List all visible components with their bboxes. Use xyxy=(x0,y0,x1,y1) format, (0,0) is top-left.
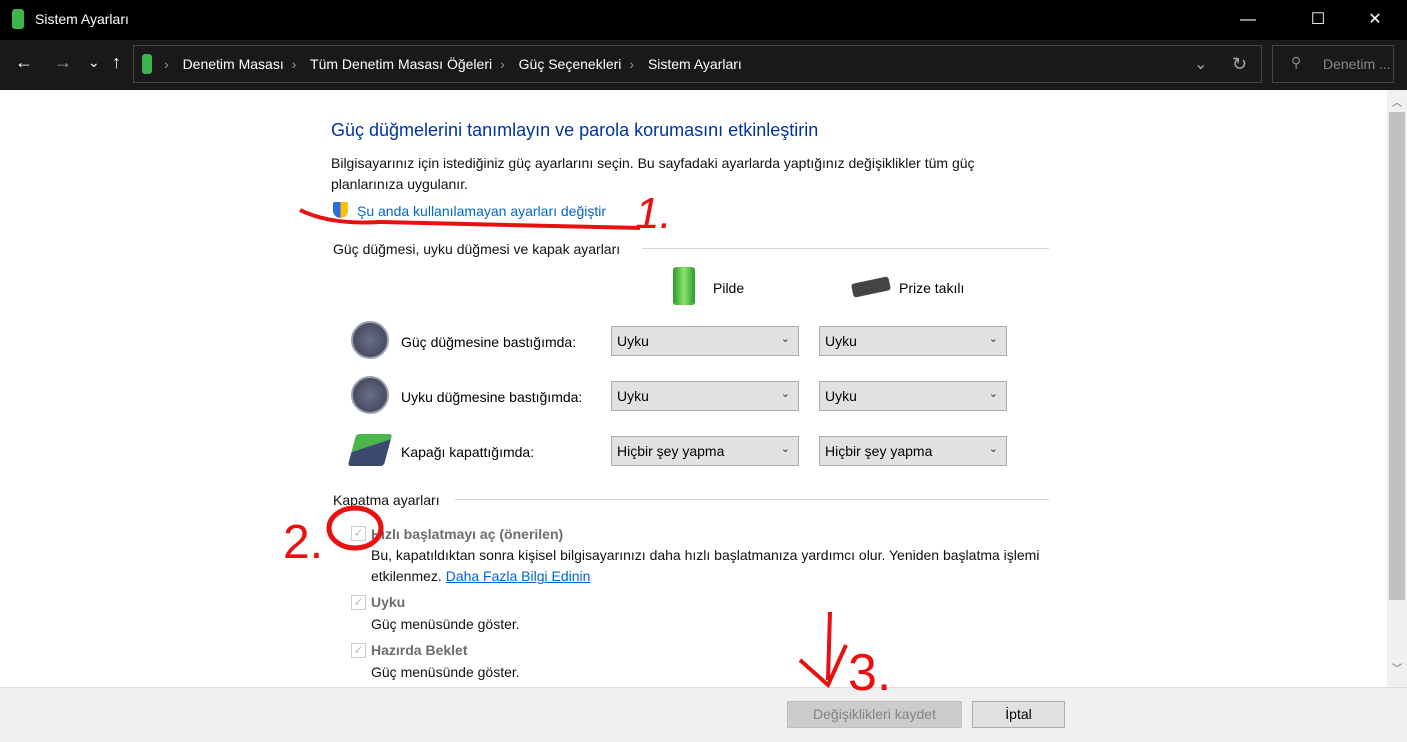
select-value: Hiçbir şey yapma xyxy=(825,443,933,459)
sleep-label: Uyku xyxy=(371,594,406,610)
power-button-plugged-select[interactable]: Uyku ⌄ xyxy=(819,326,1007,356)
fast-startup-description: Bu, kapatıldıktan sonra kişisel bilgisay… xyxy=(371,545,1051,587)
lid-close-label: Kapağı kapattığımda: xyxy=(401,444,535,460)
address-dropdown-icon[interactable]: ⌄ xyxy=(1194,54,1207,74)
group-header-shutdown: Kapatma ayarları xyxy=(333,492,440,508)
hibernate-description: Güç menüsünde göster. xyxy=(371,664,520,680)
sleep-button-label: Uyku düğmesine bastığımda: xyxy=(401,389,583,405)
scroll-up-icon[interactable]: ︿ xyxy=(1392,94,1402,109)
column-battery: Pilde xyxy=(713,280,745,296)
chevron-right-icon: › xyxy=(500,56,505,72)
column-plugged-in: Prize takılı xyxy=(899,280,965,296)
chevron-right-icon: › xyxy=(291,56,297,72)
search-placeholder: Denetim ... xyxy=(1323,56,1391,72)
select-value: Uyku xyxy=(825,333,857,349)
hibernate-label: Hazırda Beklet xyxy=(371,642,468,658)
chevron-down-icon: ⌄ xyxy=(780,333,790,345)
lid-plugged-select[interactable]: Hiçbir şey yapma ⌄ xyxy=(819,436,1007,466)
chevron-right-icon: › xyxy=(164,56,169,72)
breadcrumb-item[interactable]: Tüm Denetim Masası Öğeleri xyxy=(310,56,492,72)
divider xyxy=(642,248,1049,249)
cancel-button[interactable]: İptal xyxy=(972,701,1065,728)
battery-icon xyxy=(673,267,695,305)
uac-shield-icon xyxy=(333,202,348,218)
learn-more-link[interactable]: Daha Fazla Bilgi Edinin xyxy=(446,568,591,584)
minimize-button[interactable]: — xyxy=(1225,0,1271,40)
close-button[interactable]: ✕ xyxy=(1352,0,1398,40)
scrollbar-thumb[interactable] xyxy=(1389,112,1405,600)
navigation-bar: ← → ⌄ ↑ › Denetim Masası › Tüm Denetim Ma… xyxy=(0,40,1407,90)
breadcrumb-item[interactable]: Sistem Ayarları xyxy=(648,56,742,72)
chevron-down-icon: ⌄ xyxy=(988,443,998,455)
breadcrumb-item[interactable]: Güç Seçenekleri xyxy=(519,56,622,72)
maximize-button[interactable]: ☐ xyxy=(1295,0,1341,40)
power-button-icon xyxy=(351,321,389,359)
refresh-icon[interactable]: ↻ xyxy=(1232,54,1247,75)
title-bar: Sistem Ayarları — ☐ ✕ xyxy=(0,0,1407,40)
fast-startup-checkbox[interactable]: ✓ xyxy=(351,526,366,541)
search-input[interactable]: ⚲ Denetim ... xyxy=(1272,45,1394,83)
sleep-description: Güç menüsünde göster. xyxy=(371,616,520,632)
address-bar[interactable]: › Denetim Masası › Tüm Denetim Masası Öğe… xyxy=(133,45,1262,83)
chevron-down-icon: ⌄ xyxy=(988,333,998,345)
sleep-checkbox[interactable]: ✓ xyxy=(351,595,366,610)
search-icon: ⚲ xyxy=(1291,54,1302,70)
power-button-label: Güç düğmesine bastığımda: xyxy=(401,334,577,350)
save-changes-button[interactable]: Değişiklikleri kaydet xyxy=(787,701,962,728)
window-title: Sistem Ayarları xyxy=(35,11,129,27)
forward-arrow-icon[interactable]: → xyxy=(54,52,72,73)
intro-text: Bilgisayarınız için istediğiniz güç ayar… xyxy=(331,155,975,192)
chevron-down-icon: ⌄ xyxy=(780,388,790,400)
battery-icon xyxy=(142,54,152,74)
select-value: Hiçbir şey yapma xyxy=(617,443,725,459)
scroll-down-icon[interactable]: ﹀ xyxy=(1392,660,1402,675)
back-arrow-icon[interactable]: ← xyxy=(15,52,33,73)
sleep-button-plugged-select[interactable]: Uyku ⌄ xyxy=(819,381,1007,411)
fast-startup-label: Hızlı başlatmayı aç (önerilen) xyxy=(371,526,564,542)
select-value: Uyku xyxy=(825,388,857,404)
battery-app-icon xyxy=(12,9,24,29)
footer-bar xyxy=(0,687,1407,742)
breadcrumb-item[interactable]: Denetim Masası xyxy=(183,56,284,72)
page-title: Güç düğmelerini tanımlayın ve parola kor… xyxy=(331,120,819,140)
sleep-button-icon xyxy=(351,376,389,414)
divider xyxy=(455,499,1049,500)
power-button-battery-select[interactable]: Uyku ⌄ xyxy=(611,326,799,356)
lid-battery-select[interactable]: Hiçbir şey yapma ⌄ xyxy=(611,436,799,466)
vertical-scrollbar[interactable]: ︿ ﹀ xyxy=(1387,90,1407,687)
sleep-button-battery-select[interactable]: Uyku ⌄ xyxy=(611,381,799,411)
change-unavailable-settings-link[interactable]: Şu anda kullanılamayan ayarları değiştir xyxy=(357,203,606,219)
select-value: Uyku xyxy=(617,388,649,404)
hibernate-checkbox[interactable]: ✓ xyxy=(351,643,366,658)
chevron-right-icon: › xyxy=(629,56,635,72)
chevron-down-icon: ⌄ xyxy=(780,443,790,455)
group-header-buttons: Güç düğmesi, uyku düğmesi ve kapak ayarl… xyxy=(333,241,621,257)
select-value: Uyku xyxy=(617,333,649,349)
up-arrow-icon[interactable]: ↑ xyxy=(112,52,121,73)
recent-locations-icon[interactable]: ⌄ xyxy=(88,54,100,71)
chevron-down-icon: ⌄ xyxy=(988,388,998,400)
